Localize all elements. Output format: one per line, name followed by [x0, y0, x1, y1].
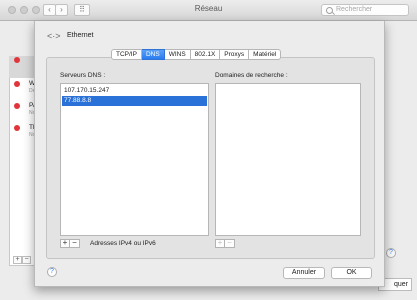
status-dot-red-icon [14, 125, 20, 131]
tab-materiel[interactable]: Matériel [249, 49, 282, 60]
status-dot-red-icon [14, 103, 20, 109]
add-dns-server-button[interactable]: + [60, 239, 70, 248]
tab-proxys[interactable]: Proxys [220, 49, 250, 60]
add-service-button[interactable]: + [13, 256, 22, 264]
tab-tcpip[interactable]: TCP/IP [111, 49, 142, 60]
add-search-domain-button[interactable]: + [215, 239, 225, 248]
search-icon [326, 7, 333, 14]
cancel-button[interactable]: Annuler [283, 267, 325, 279]
remove-service-button[interactable]: − [22, 256, 31, 264]
search-domains-list[interactable] [215, 83, 361, 236]
search-field[interactable]: Rechercher [321, 4, 409, 16]
remove-search-domain-button[interactable]: − [225, 239, 235, 248]
ok-button[interactable]: OK [331, 267, 372, 279]
status-dot-red-icon [14, 57, 20, 63]
dns-add-remove: + − [60, 239, 80, 248]
search-placeholder: Rechercher [336, 6, 373, 13]
remove-dns-server-button[interactable]: − [70, 239, 80, 248]
dns-servers-list[interactable]: 107.170.15.247 77.88.8.8 [60, 83, 209, 236]
list-item-selected[interactable]: 77.88.8.8 [62, 96, 207, 106]
help-button[interactable]: ? [47, 267, 57, 277]
tab-dns[interactable]: DNS [141, 49, 165, 60]
status-dot-red-icon [14, 81, 20, 87]
tab-8021x[interactable]: 802.1X [190, 49, 221, 60]
address-hint: Adresses IPv4 ou IPv6 [90, 240, 156, 247]
background-help-button[interactable]: ? [386, 248, 396, 258]
service-name: Ethernet [67, 32, 94, 39]
dns-servers-label: Serveurs DNS : [60, 72, 106, 79]
domain-add-remove: + − [215, 239, 235, 248]
ethernet-icon: <·> [47, 31, 61, 41]
list-item[interactable]: 107.170.15.247 [62, 86, 207, 96]
search-domains-label: Domaines de recherche : [215, 72, 288, 79]
title-bar: ‹ › ⠿ Réseau Rechercher [0, 0, 417, 21]
advanced-settings-sheet: <·> Ethernet Serveurs DNS : 107.170.15.2… [34, 21, 385, 287]
tab-bar: TCP/IP DNS WINS 802.1X Proxys Matériel [111, 49, 282, 60]
tab-wins[interactable]: WINS [164, 49, 191, 60]
tab-panel: Serveurs DNS : 107.170.15.247 77.88.8.8 … [46, 57, 375, 259]
